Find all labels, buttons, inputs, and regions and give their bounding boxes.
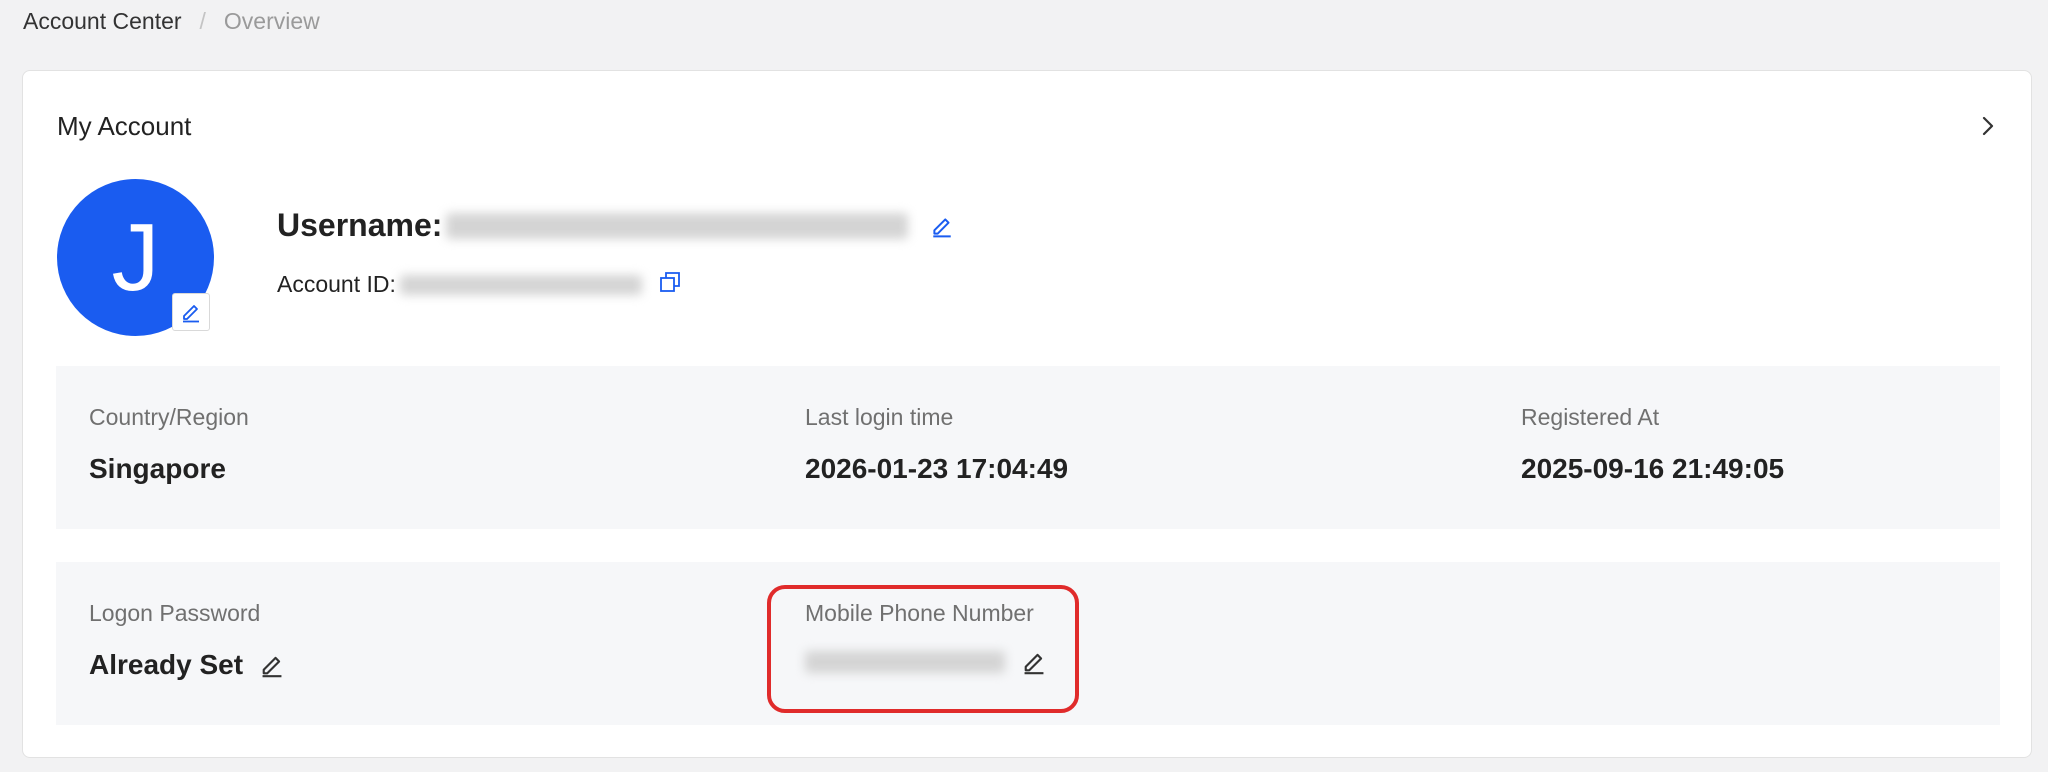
breadcrumb: Account Center / Overview [23, 8, 320, 35]
country-field: Country/Region Singapore [89, 404, 249, 485]
registered-field: Registered At 2025-09-16 21:49:05 [1521, 404, 1784, 485]
phone-edit-icon[interactable] [1021, 649, 1047, 675]
breadcrumb-account-center[interactable]: Account Center [23, 8, 182, 35]
security-panel: Logon Password Already Set Mobile Phone … [56, 562, 2000, 725]
card-title: My Account [57, 111, 192, 141]
breadcrumb-overview: Overview [223, 8, 320, 34]
phone-value-redacted [805, 651, 1005, 673]
username-value-redacted [446, 212, 909, 239]
last-login-label: Last login time [805, 404, 954, 430]
username-label: Username: [277, 207, 443, 243]
password-value: Already Set [89, 649, 244, 680]
account-id-value-redacted [399, 274, 642, 295]
copy-icon[interactable] [658, 270, 682, 294]
account-info-panel: Country/Region Singapore Last login time… [56, 366, 2000, 529]
account-id-label: Account ID: [277, 271, 396, 297]
registered-label: Registered At [1521, 404, 1660, 430]
phone-field: Mobile Phone Number [805, 600, 1047, 675]
country-label: Country/Region [89, 404, 249, 430]
last-login-value: 2026-01-23 17:04:49 [805, 453, 1069, 484]
chevron-right-icon[interactable] [1975, 113, 2001, 139]
phone-label: Mobile Phone Number [805, 600, 1034, 626]
password-field: Logon Password Already Set [89, 600, 285, 681]
avatar-edit-icon[interactable] [172, 293, 210, 331]
password-value-row: Already Set [89, 649, 285, 681]
country-value: Singapore [89, 453, 226, 484]
username-edit-icon[interactable] [930, 214, 954, 238]
my-account-card: My Account J Username: Account ID: Count… [22, 70, 2032, 758]
breadcrumb-separator: / [199, 8, 206, 34]
account-id-row: Account ID: [277, 271, 682, 298]
password-edit-icon[interactable] [259, 652, 285, 678]
password-label: Logon Password [89, 600, 261, 626]
username-row: Username: [277, 207, 954, 244]
phone-value-row [805, 649, 1047, 675]
last-login-field: Last login time 2026-01-23 17:04:49 [805, 404, 1068, 485]
registered-value: 2025-09-16 21:49:05 [1521, 453, 1785, 484]
